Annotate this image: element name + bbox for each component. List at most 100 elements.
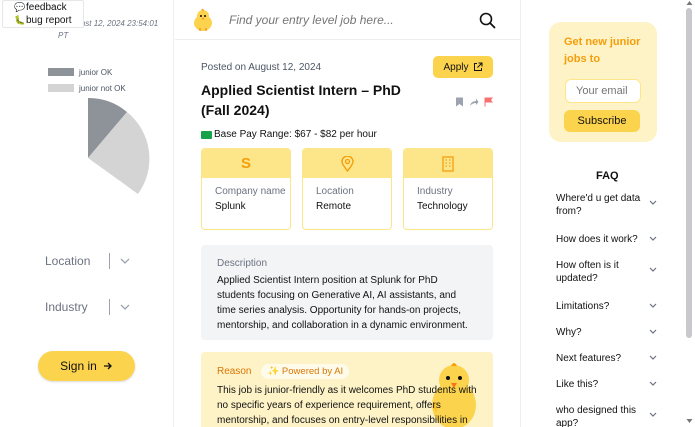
chevron-down-icon [120,258,130,264]
legend-swatch [48,84,74,92]
faq-item[interactable]: Why? [556,326,658,339]
job-actions [455,97,493,107]
description-heading: Description [217,258,268,269]
legend-label: junior OK [79,67,113,77]
scrollbar-thumb[interactable] [686,8,692,338]
filter-separator [109,253,110,269]
faq-item[interactable]: How does it work? [556,233,658,246]
subscribe-button[interactable]: Subscribe [564,110,640,132]
faq-heading: FAQ [596,170,619,182]
search-bar [175,0,521,40]
location-filter-label: Location [45,254,91,268]
powered-by-ai-badge: ✨ Powered by AI [261,364,350,379]
apply-label: Apply [443,61,469,73]
industry-filter-label: Industry [45,300,88,314]
chick-logo-icon[interactable] [192,8,214,32]
faq-question: How often is it updated? [556,260,619,284]
sign-in-button[interactable]: Sign in [38,351,135,381]
left-panel: 💬 feedback 🐛 bug report e: August 12, 20… [0,0,174,427]
posted-date: Posted on August 12, 2024 [201,62,322,73]
job-info-cards: S Company name Splunk Location Remote In… [201,148,493,230]
filter-separator [109,299,110,315]
company-card: S Company name Splunk [201,148,291,230]
legend-swatch [48,68,74,76]
reason-heading: Reason [217,366,252,377]
card-value: Splunk [215,201,246,212]
junior-pie-chart [88,97,150,194]
card-label: Location [316,186,354,197]
bug-icon: 🐛 [14,15,26,25]
reason-text: This job is junior-friendly as it welcom… [217,385,477,426]
card-header: S [202,149,290,178]
industry-card: Industry Technology [403,148,493,230]
faq-question: Limitations? [556,301,610,312]
chevron-down-icon[interactable] [648,199,658,207]
card-header [303,149,391,178]
faq-question: Where'd u get data from? [556,193,641,217]
pay-range-text: Base Pay Range: $67 - $82 per hour [214,129,377,140]
faq-question: Why? [556,327,582,338]
money-icon [201,130,212,139]
legend-item-junior-not-ok: junior not OK [48,80,126,96]
share-icon[interactable] [469,97,479,107]
pay-range: Base Pay Range: $67 - $82 per hour [201,129,377,140]
scroll-down-arrow[interactable] [686,418,693,424]
chevron-down-icon[interactable] [648,354,658,362]
subscribe-box: Get new junior jobs to Subscribe [549,22,657,142]
chevron-down-icon[interactable] [648,411,658,419]
reason-section: Reason ✨ Powered by AI This job is junio… [201,352,493,427]
flag-icon[interactable] [484,97,493,107]
subscribe-title: Get new junior jobs to [564,36,641,65]
faq-question: How does it work? [556,234,638,245]
sign-in-label: Sign in [60,359,97,373]
card-value: Remote [316,201,352,212]
chevron-down-icon [120,304,130,310]
arrow-right-icon [103,362,112,370]
bug-report-link[interactable]: 🐛 bug report [3,14,83,27]
legend-label: junior not OK [79,83,126,93]
card-label: Industry [417,186,453,197]
location-filter[interactable]: Location [45,251,155,271]
email-field[interactable] [565,79,641,103]
description-text: Applied Scientist Intern position at Spl… [217,275,468,331]
card-header [404,149,492,178]
feedback-label: feedback [26,2,67,13]
apply-button[interactable]: Apply [433,56,493,78]
chart-legend: junior OK junior not OK [48,64,126,96]
card-label: Company name [215,186,286,197]
dollar-icon: S [240,155,251,172]
card-value: Technology [417,201,468,212]
search-input[interactable] [229,13,459,27]
feedback-link[interactable]: 💬 feedback [3,1,83,14]
faq-item[interactable]: Next features? [556,352,658,365]
chevron-down-icon[interactable] [648,380,658,388]
scroll-up-arrow[interactable] [686,0,693,6]
faq-item[interactable]: Where'd u get data from? [556,192,658,218]
faq-question: Next features? [556,353,622,364]
search-icon[interactable] [479,12,496,29]
faq-question: who designed this app? [556,405,637,427]
faq-item[interactable]: Like this? [556,378,658,391]
faq-question: Like this? [556,379,599,390]
chevron-down-icon[interactable] [648,328,658,336]
bug-report-label: bug report [26,15,72,26]
chevron-down-icon[interactable] [648,266,658,274]
bookmark-icon[interactable] [455,97,464,107]
faq-item[interactable]: Limitations? [556,300,658,313]
speech-bubble-icon: 💬 [14,2,26,12]
feedback-panel: 💬 feedback 🐛 bug report [2,0,84,28]
description-section: Description Applied Scientist Intern pos… [201,245,493,340]
legend-item-junior-ok: junior OK [48,64,126,80]
chevron-down-icon[interactable] [648,235,658,243]
building-icon [442,155,454,172]
faq-item[interactable]: How often is it updated? [556,259,658,285]
external-link-icon [473,62,482,71]
faq-item[interactable]: who designed this app? [556,404,658,427]
industry-filter[interactable]: Industry [45,297,155,317]
location-pin-icon [340,155,354,172]
location-card: Location Remote [302,148,392,230]
chevron-down-icon[interactable] [648,302,658,310]
job-detail-panel: Posted on August 12, 2024 Apply Applied … [175,0,521,427]
right-panel: Get new junior jobs to Subscribe FAQ Whe… [522,0,695,427]
job-title: Applied Scientist Intern – PhD (Fall 202… [201,82,401,118]
